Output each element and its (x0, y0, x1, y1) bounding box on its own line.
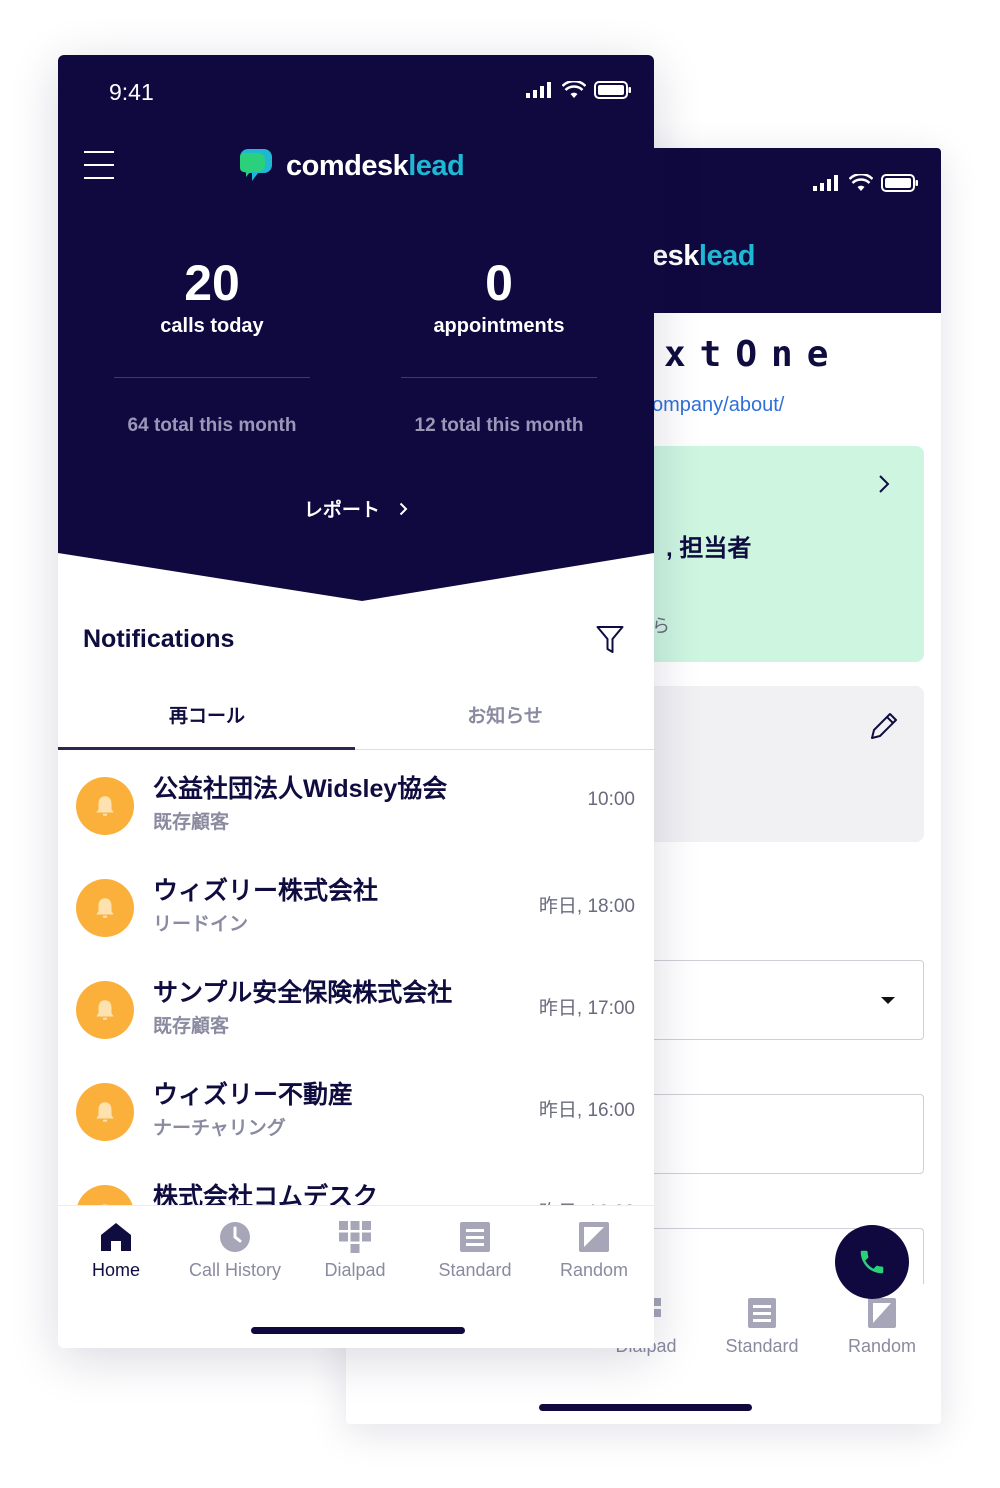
appointments-value: 0 (485, 255, 513, 311)
list-item[interactable]: 公益社団法人Widsley協会 既存顧客 10:00 (58, 751, 654, 853)
list-item[interactable]: ウィズリー株式会社 リードイン 昨日, 18:00 (58, 853, 654, 955)
divider (401, 377, 597, 378)
dialpad-icon (295, 1220, 415, 1254)
tab-label: Random (847, 1336, 917, 1356)
battery-icon (594, 81, 631, 99)
notification-company: 公益社団法人Widsley協会 (153, 775, 448, 803)
notification-time: 昨日, 16:00 (538, 1100, 635, 1121)
list-icon (702, 1296, 822, 1330)
notification-time: 10:00 (587, 789, 635, 810)
app-logo-partial: esklead (652, 240, 755, 272)
signal-icon (813, 175, 838, 191)
report-label: レポート (303, 500, 380, 521)
tab-random[interactable]: Random (822, 1296, 941, 1357)
tab-label: Random (559, 1260, 629, 1280)
chevron-right-icon (399, 502, 408, 516)
notification-list: 公益社団法人Widsley協会 既存顧客 10:00 ウィズリー株式会社 リード… (58, 751, 654, 1206)
card-text-fragment: ら (652, 616, 670, 636)
wifi-icon (849, 174, 873, 191)
notification-category: リードイン (153, 914, 249, 935)
call-fab-button[interactable] (835, 1225, 909, 1299)
notifications-title: Notifications (83, 625, 235, 653)
random-icon (822, 1296, 941, 1330)
report-link[interactable]: レポート (58, 495, 654, 522)
chevron-right-icon (879, 475, 890, 493)
logo-accent-text: lead (408, 149, 465, 182)
list-item[interactable]: ウィズリー不動産 ナーチャリング 昨日, 16:00 (58, 1057, 654, 1159)
tab-random[interactable]: Random (534, 1220, 654, 1281)
notification-category: 既存顧客 (153, 1016, 230, 1037)
filter-icon[interactable] (596, 625, 624, 655)
company-name: xtOne (664, 334, 843, 375)
appointments-stat: 0 appointments (379, 255, 619, 338)
active-tab-indicator (58, 747, 355, 750)
tab-announcements[interactable]: お知らせ (356, 701, 654, 728)
appointments-month-total: 12 total this month (414, 415, 584, 436)
hamburger-menu-icon[interactable] (84, 151, 114, 181)
list-icon (415, 1220, 535, 1254)
list-item[interactable]: サンプル安全保険株式会社 既存顧客 昨日, 17:00 (58, 955, 654, 1057)
battery-icon (881, 174, 918, 192)
status-select[interactable] (636, 960, 924, 1040)
phone-icon (860, 1250, 884, 1274)
tab-dialpad[interactable]: Dialpad (295, 1220, 415, 1281)
notification-company: ウィズリー不動産 (153, 1081, 354, 1109)
clock-icon (175, 1220, 295, 1254)
logo-text: comdesk (286, 149, 409, 182)
tab-label: Call History (188, 1260, 281, 1280)
tab-home[interactable]: Home (58, 1220, 176, 1281)
appointments-label: appointments (433, 315, 565, 337)
calls-today-value: 20 (184, 255, 240, 311)
bell-icon (76, 777, 134, 835)
notification-category: ナーチャリング (153, 1118, 286, 1139)
calls-month-total: 64 total this month (127, 415, 297, 436)
signal-icon (526, 82, 551, 98)
random-icon (534, 1220, 654, 1254)
home-icon (58, 1220, 176, 1254)
status-time: 9:41 (109, 79, 154, 105)
home-indicator (539, 1404, 752, 1411)
front-phone-screen: 9:41 comdesklead 20 calls today 0 appoin… (58, 55, 654, 1348)
home-indicator (251, 1327, 465, 1334)
caret-down-icon (881, 997, 895, 1004)
app-logo: comdesklead (240, 147, 465, 185)
tab-label: Standard (725, 1336, 799, 1356)
status-icons (813, 174, 919, 192)
notification-company: ウィズリー株式会社 (153, 877, 379, 905)
bell-icon (76, 981, 134, 1039)
status-icons (526, 81, 632, 99)
bell-icon (76, 1185, 134, 1206)
assignee-card[interactable]: , 担当者 ら (636, 446, 924, 662)
tab-recall[interactable]: 再コール (58, 701, 356, 728)
tab-standard[interactable]: Standard (415, 1220, 535, 1281)
text-field[interactable] (636, 1094, 924, 1174)
pencil-icon[interactable] (868, 710, 900, 742)
wifi-icon (562, 81, 586, 98)
bell-icon (76, 879, 134, 937)
memo-card (636, 686, 924, 842)
calls-today-label: calls today (160, 315, 264, 337)
calls-today-stat: 20 calls today (92, 255, 332, 338)
assignee-label: , 担当者 (666, 535, 752, 562)
notification-company: サンプル安全保険株式会社 (153, 979, 453, 1007)
company-url-link[interactable]: ompany/about/ (652, 394, 784, 417)
notification-time: 昨日, 17:00 (538, 998, 635, 1019)
tab-label: Home (91, 1260, 140, 1280)
bell-icon (76, 1083, 134, 1141)
logo-mark-icon (240, 149, 272, 181)
notification-tabs: 再コール お知らせ (58, 685, 654, 750)
divider (114, 377, 310, 378)
notification-company: 株式会社コムデスク (153, 1183, 379, 1206)
tab-label: Standard (438, 1260, 512, 1280)
tab-call-history[interactable]: Call History (175, 1220, 295, 1281)
notification-time: 昨日, 18:00 (538, 896, 635, 917)
tab-label: Dialpad (324, 1260, 386, 1280)
tab-standard[interactable]: Standard (702, 1296, 822, 1357)
list-item[interactable]: 株式会社コムデスク 昨日, 16:00 (58, 1159, 654, 1206)
notification-category: 既存顧客 (153, 812, 230, 833)
stats-header: 9:41 comdesklead 20 calls today 0 appoin… (58, 55, 654, 615)
